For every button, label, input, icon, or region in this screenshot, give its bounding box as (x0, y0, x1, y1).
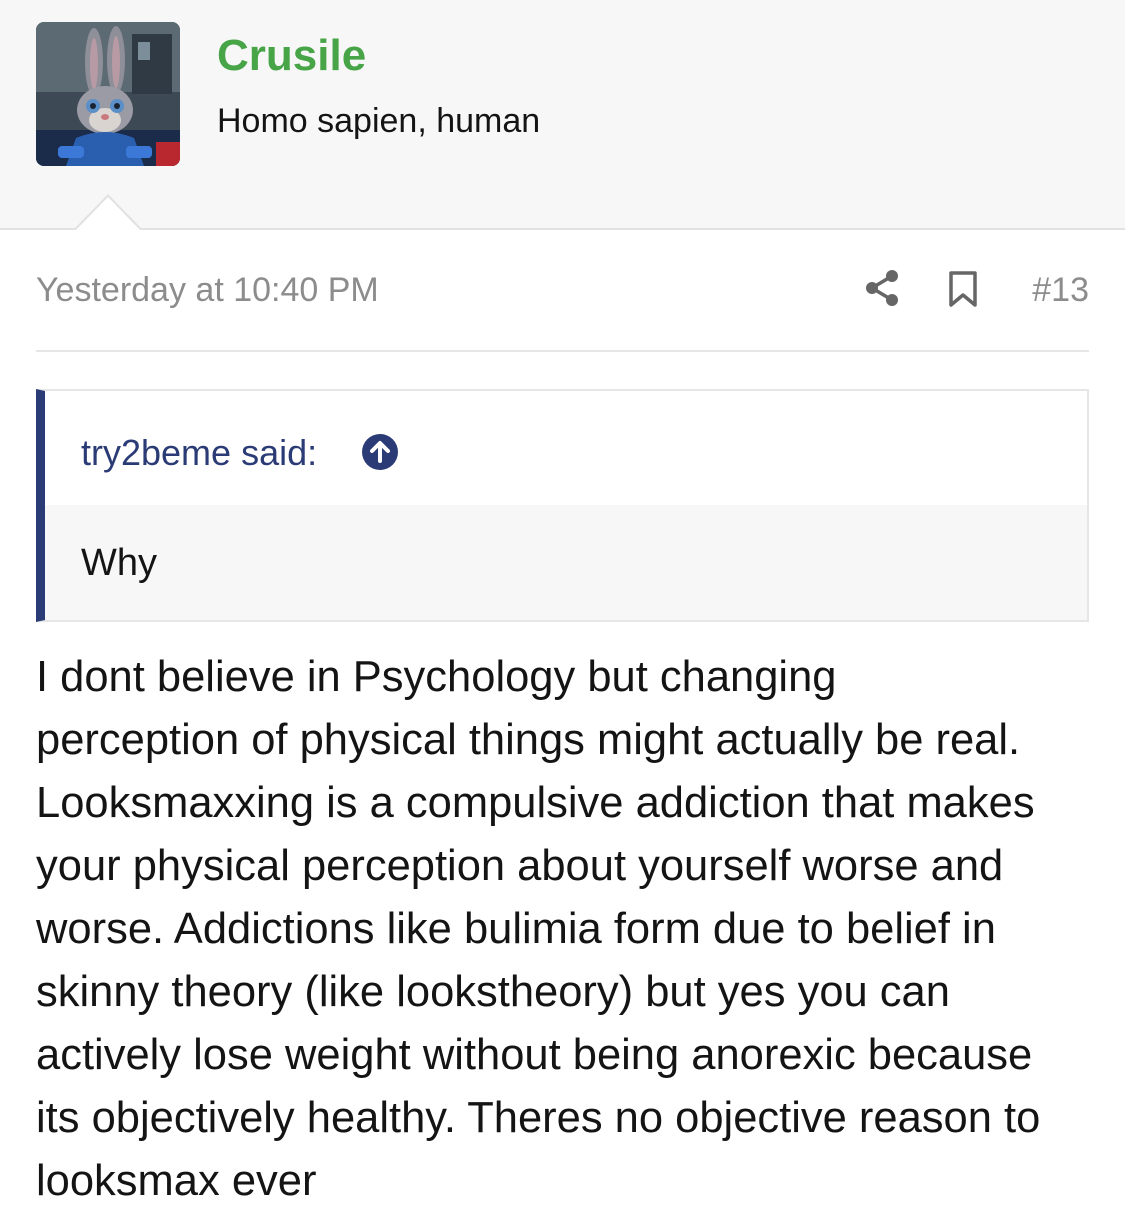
avatar[interactable] (36, 22, 180, 166)
post-body: I dont believe in Psychology but changin… (36, 646, 1096, 1213)
post-body-line: actively lose weight without being anore… (36, 1031, 1033, 1079)
post-body-line: Looksmaxxing is a compulsive addiction t… (36, 779, 1035, 827)
post-body-line: looksmax ever (36, 1157, 317, 1205)
post-meta: Yesterday at 10:40 PM #13 (36, 262, 1089, 318)
post-body-line: worse. Addictions like bulimia form due … (36, 905, 996, 953)
username[interactable]: Crusile (217, 30, 366, 82)
share-icon[interactable] (864, 268, 900, 308)
bookmark-icon[interactable] (946, 270, 980, 308)
post-timestamp[interactable]: Yesterday at 10:40 PM (36, 270, 379, 310)
quote-block: try2beme said: Why (36, 389, 1089, 622)
quote-header: try2beme said: (45, 391, 1087, 505)
user-header: Crusile Homo sapien, human (0, 0, 1125, 230)
arrow-up-circle-icon[interactable] (361, 433, 399, 471)
post-body-line: your physical perception about yourself … (36, 842, 1004, 890)
user-title: Homo sapien, human (217, 102, 541, 140)
post-body-line: its objectively healthy. Theres no objec… (36, 1094, 1041, 1142)
post-body-line: perception of physical things might actu… (36, 716, 1021, 764)
post-body-line: skinny theory (like lookstheory) but yes… (36, 968, 950, 1016)
quote-text: Why (81, 542, 157, 584)
avatar-image (36, 22, 180, 166)
quote-body: Why (45, 505, 1087, 620)
divider (36, 350, 1089, 352)
post-body-line: I dont believe in Psychology but changin… (36, 653, 837, 701)
quote-author[interactable]: try2beme said: (81, 431, 317, 475)
post-number[interactable]: #13 (1032, 270, 1089, 310)
